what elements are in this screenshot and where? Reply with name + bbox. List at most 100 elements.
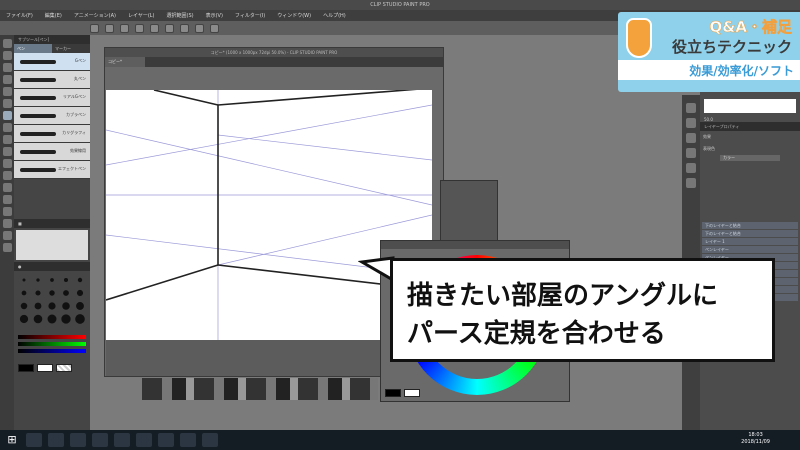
brush-size-option[interactable]: [32, 275, 43, 285]
brush-size-option[interactable]: [46, 314, 57, 324]
brush-size-option[interactable]: [46, 288, 57, 298]
redo-icon[interactable]: [150, 23, 159, 33]
airbrush-icon[interactable]: [2, 147, 12, 156]
brush-size-option[interactable]: [18, 314, 29, 324]
wheel-main-swatch[interactable]: [385, 389, 401, 397]
clock[interactable]: 18:03 2018/11/09: [741, 432, 770, 446]
ruler-icon[interactable]: [210, 23, 219, 33]
transparent-swatch[interactable]: [56, 364, 72, 372]
eraser-icon[interactable]: [2, 159, 12, 168]
panel-icon[interactable]: [686, 133, 696, 143]
panel-icon[interactable]: [686, 163, 696, 173]
ruler-tool-icon[interactable]: [2, 231, 12, 240]
brush-item[interactable]: 丸ペン: [14, 71, 90, 89]
undo-icon[interactable]: [135, 23, 144, 33]
line-icon[interactable]: [180, 433, 196, 447]
blue-slider[interactable]: [18, 349, 86, 353]
sub-color-swatch[interactable]: [37, 364, 53, 372]
layer-row[interactable]: 下のレイヤーと結合: [702, 222, 798, 229]
brush-size-option[interactable]: [32, 301, 43, 311]
panel-icon[interactable]: [686, 148, 696, 158]
layer-row[interactable]: レイヤー 1: [702, 238, 798, 245]
brush-item[interactable]: リアルGペン: [14, 89, 90, 107]
panel-icon[interactable]: [686, 178, 696, 188]
brush-size-option[interactable]: [61, 314, 72, 324]
menu-item[interactable]: ファイル(F): [6, 12, 33, 19]
brush-size-option[interactable]: [46, 275, 57, 285]
windows-start-icon[interactable]: ⊞: [4, 433, 20, 447]
pen-icon[interactable]: [2, 111, 12, 120]
explorer-icon[interactable]: [70, 433, 86, 447]
transform-icon[interactable]: [180, 23, 189, 33]
brush-item[interactable]: 効果線用: [14, 143, 90, 161]
frame-icon[interactable]: [2, 219, 12, 228]
figure-icon[interactable]: [2, 207, 12, 216]
panel-icon[interactable]: [686, 118, 696, 128]
zoom-icon[interactable]: [2, 39, 12, 48]
menu-item[interactable]: 選択範囲(S): [167, 12, 194, 19]
canvas-tab[interactable]: コピー*: [105, 57, 145, 67]
layer-row[interactable]: ペンレイヤー: [702, 246, 798, 253]
menu-item[interactable]: フィルター(I): [235, 12, 265, 19]
edge-icon[interactable]: [48, 433, 64, 447]
brush-size-option[interactable]: [32, 288, 43, 298]
brush-size-option[interactable]: [61, 301, 72, 311]
menu-item[interactable]: 編集(E): [45, 12, 62, 19]
panel-icon[interactable]: [686, 103, 696, 113]
brush-size-option[interactable]: [75, 288, 86, 298]
green-slider[interactable]: [18, 342, 86, 346]
menu-item[interactable]: ヘルプ(H): [323, 12, 346, 19]
taskview-icon[interactable]: [26, 433, 42, 447]
brush-size-option[interactable]: [18, 301, 29, 311]
chrome-icon[interactable]: [92, 433, 108, 447]
menu-item[interactable]: アニメーション(A): [74, 12, 116, 19]
brush-size-option[interactable]: [61, 288, 72, 298]
hand-icon[interactable]: [2, 51, 12, 60]
brush-item[interactable]: カブラペン: [14, 107, 90, 125]
blend-icon[interactable]: [2, 171, 12, 180]
pencil-icon[interactable]: [2, 123, 12, 132]
brush-item[interactable]: Gペン: [14, 53, 90, 71]
badge-title: 役立ちテクニック: [671, 38, 792, 56]
brush-size-option[interactable]: [18, 288, 29, 298]
brush-size-option[interactable]: [18, 275, 29, 285]
brush-size-option[interactable]: [61, 275, 72, 285]
photos-icon[interactable]: [202, 433, 218, 447]
brush-size-option[interactable]: [75, 275, 86, 285]
main-color-swatch[interactable]: [18, 364, 34, 372]
effect-label: 効果: [703, 134, 711, 139]
menu-item[interactable]: ウィンドウ(W): [277, 12, 311, 19]
save-icon[interactable]: [120, 23, 129, 33]
clipstudio-icon[interactable]: [136, 433, 152, 447]
text-icon[interactable]: [2, 243, 12, 252]
select-icon[interactable]: [2, 75, 12, 84]
lasso-icon[interactable]: [2, 87, 12, 96]
fill-icon[interactable]: [2, 183, 12, 192]
callout-line-2: パース定規を合わせる: [407, 319, 666, 349]
red-slider[interactable]: [18, 335, 86, 339]
tab-pen[interactable]: ペン: [14, 44, 52, 53]
brush-icon[interactable]: [2, 135, 12, 144]
brush-item[interactable]: カリグラフィ: [14, 125, 90, 143]
brush-size-option[interactable]: [32, 314, 43, 324]
gradient-icon[interactable]: [2, 195, 12, 204]
tab-marker[interactable]: マーカー: [52, 44, 90, 53]
photoshop-icon[interactable]: [114, 433, 130, 447]
pen-nib-icon: [626, 18, 652, 58]
layer-row[interactable]: 下のレイヤーと結合: [702, 230, 798, 237]
wheel-sub-swatch[interactable]: [404, 389, 420, 397]
brush-item[interactable]: エフェクトペン: [14, 161, 90, 179]
new-icon[interactable]: [90, 23, 99, 33]
menu-item[interactable]: レイヤー(L): [128, 12, 155, 19]
eyedropper-icon[interactable]: [2, 99, 12, 108]
menu-item[interactable]: 表示(V): [206, 12, 223, 19]
move-icon[interactable]: [2, 63, 12, 72]
snap-icon[interactable]: [195, 23, 204, 33]
clock-time: 18:03: [748, 432, 763, 438]
clear-icon[interactable]: [165, 23, 174, 33]
brush-size-option[interactable]: [46, 301, 57, 311]
brush-size-option[interactable]: [75, 314, 86, 324]
app-icon[interactable]: [158, 433, 174, 447]
brush-size-option[interactable]: [75, 301, 86, 311]
open-icon[interactable]: [105, 23, 114, 33]
